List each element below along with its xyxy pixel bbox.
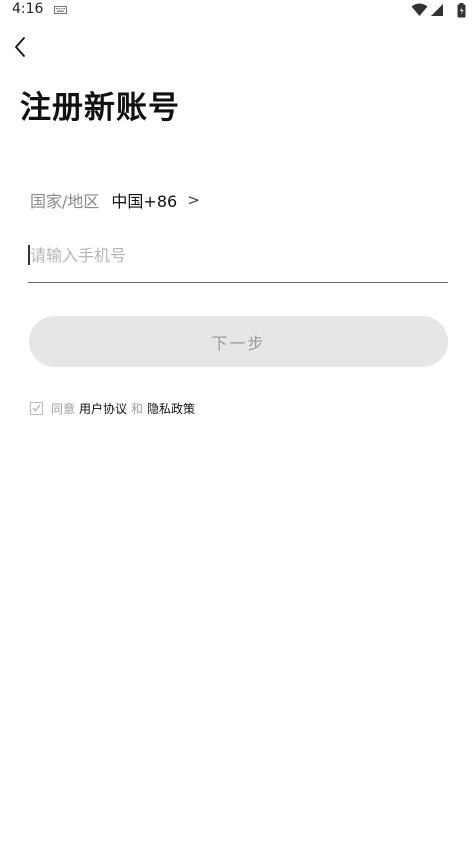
check-icon <box>32 404 41 412</box>
country-label: 国家/地区 <box>30 192 100 211</box>
country-selector[interactable]: 中国+86 > <box>111 188 199 212</box>
keyboard-icon <box>54 6 67 14</box>
user-agreement-link[interactable]: 用户协议 <box>79 400 127 417</box>
agree-checkbox[interactable] <box>30 401 43 415</box>
page-title: 注册新账号 <box>20 90 180 126</box>
status-time: 4:16 <box>12 1 44 17</box>
agree-and: 和 <box>131 401 144 416</box>
agreement-row: 同意 用户协议 和 隐私政策 <box>30 399 199 417</box>
phone-field <box>28 236 448 283</box>
next-button[interactable]: 下一步 <box>29 316 448 367</box>
agree-prefix: 同意 <box>51 401 76 416</box>
back-button[interactable] <box>6 32 34 62</box>
chevron-right-icon: > <box>187 191 200 209</box>
chevron-left-icon <box>15 37 25 57</box>
signal-icon <box>431 4 443 16</box>
country-value: 中国+86 <box>111 192 178 211</box>
privacy-policy-link[interactable]: 隐私政策 <box>147 400 195 417</box>
phone-input[interactable] <box>30 242 440 268</box>
wifi-icon <box>411 3 428 16</box>
battery-icon <box>457 3 466 18</box>
country-row: 国家/地区 中国+86 > <box>30 188 200 212</box>
status-bar: 4:16 <box>0 0 472 22</box>
